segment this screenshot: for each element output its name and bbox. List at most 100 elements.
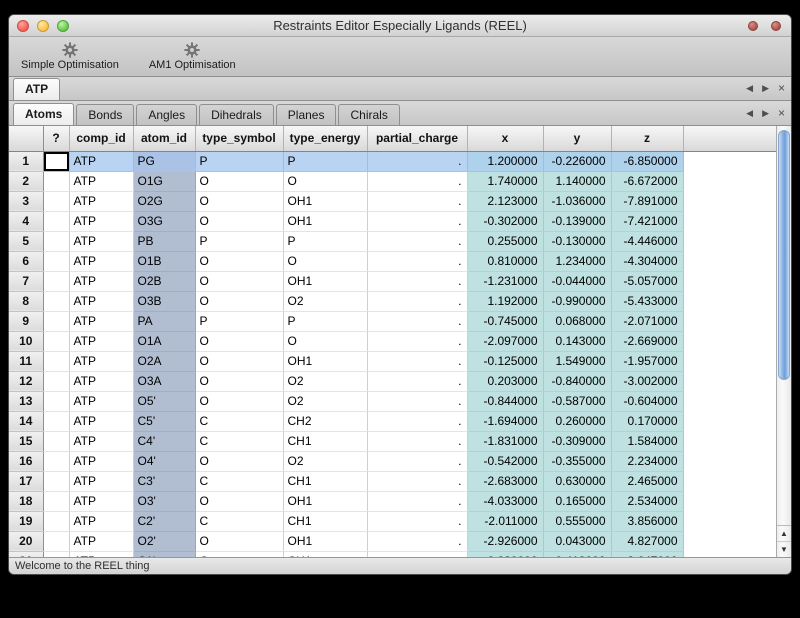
cell-partial-charge[interactable]: . [367, 331, 467, 351]
cell-atom-id[interactable]: C5' [133, 411, 195, 431]
cell-y[interactable]: 1.234000 [543, 251, 611, 271]
cell-atom-id[interactable]: O3A [133, 371, 195, 391]
cell-partial-charge[interactable]: . [367, 211, 467, 231]
cell-partial-charge[interactable]: . [367, 151, 467, 171]
row-number[interactable]: 9 [9, 311, 43, 331]
cell-z[interactable]: -0.604000 [611, 391, 683, 411]
cell-partial-charge[interactable]: . [367, 271, 467, 291]
cell-x[interactable]: 0.203000 [467, 371, 543, 391]
table-row[interactable]: 11 ATP O2A O OH1 . -0.125000 1.549000 -1… [9, 351, 776, 371]
cell-partial-charge[interactable]: . [367, 291, 467, 311]
scrollbar-thumb[interactable] [778, 130, 790, 380]
cell-atom-id[interactable]: C1' [133, 551, 195, 557]
cell-atom-id[interactable]: O3G [133, 211, 195, 231]
table-row[interactable]: 10 ATP O1A O O . -2.097000 0.143000 -2.6… [9, 331, 776, 351]
cell-type-energy[interactable]: OH1 [283, 271, 367, 291]
titlebar-right-dot-2[interactable] [771, 21, 781, 31]
tab-close-icon[interactable]: × [778, 84, 785, 93]
cell-select[interactable] [43, 511, 69, 531]
cell-partial-charge[interactable]: . [367, 471, 467, 491]
cell-type-symbol[interactable]: C [195, 551, 283, 557]
cell-atom-id[interactable]: PB [133, 231, 195, 251]
cell-type-symbol[interactable]: C [195, 431, 283, 451]
cell-x[interactable]: 2.123000 [467, 191, 543, 211]
tab-angles[interactable]: Angles [136, 104, 197, 125]
cell-x[interactable]: 0.255000 [467, 231, 543, 251]
tab-chirals[interactable]: Chirals [338, 104, 399, 125]
cell-select[interactable] [43, 491, 69, 511]
cell-type-symbol[interactable]: O [195, 331, 283, 351]
table-row[interactable]: 7 ATP O2B O OH1 . -1.231000 -0.044000 -5… [9, 271, 776, 291]
table-row[interactable]: 8 ATP O3B O O2 . 1.192000 -0.990000 -5.4… [9, 291, 776, 311]
cell-z[interactable]: 1.584000 [611, 431, 683, 451]
cell-y[interactable]: -0.355000 [543, 451, 611, 471]
cell-partial-charge[interactable]: . [367, 251, 467, 271]
cell-comp-id[interactable]: ATP [69, 311, 133, 331]
col-header-type-symbol[interactable]: type_symbol [195, 126, 283, 151]
cell-x[interactable]: -2.926000 [467, 531, 543, 551]
table-row[interactable]: 21 ATP C1' C CH1 . -0.830000 -0.418000 3… [9, 551, 776, 557]
toolbar-item-am1-optimisation[interactable]: AM1 Optimisation [143, 39, 242, 73]
cell-z[interactable]: -6.672000 [611, 171, 683, 191]
cell-x[interactable]: -0.830000 [467, 551, 543, 557]
col-header-comp-id[interactable]: comp_id [69, 126, 133, 151]
row-number[interactable]: 5 [9, 231, 43, 251]
cell-comp-id[interactable]: ATP [69, 191, 133, 211]
cell-select[interactable] [43, 211, 69, 231]
cell-partial-charge[interactable]: . [367, 531, 467, 551]
row-number[interactable]: 8 [9, 291, 43, 311]
row-number[interactable]: 7 [9, 271, 43, 291]
cell-type-energy[interactable]: OH1 [283, 351, 367, 371]
cell-comp-id[interactable]: ATP [69, 351, 133, 371]
cell-type-energy[interactable]: P [283, 311, 367, 331]
cell-select[interactable] [43, 191, 69, 211]
cell-z[interactable]: 2.465000 [611, 471, 683, 491]
scroll-down-icon[interactable]: ▼ [777, 542, 791, 557]
cell-type-symbol[interactable]: O [195, 451, 283, 471]
cell-x[interactable]: -0.745000 [467, 311, 543, 331]
cell-atom-id[interactable]: O1B [133, 251, 195, 271]
cell-x[interactable]: -0.125000 [467, 351, 543, 371]
toolbar-item-simple-optimisation[interactable]: Simple Optimisation [15, 39, 125, 73]
cell-select[interactable] [43, 151, 69, 171]
cell-comp-id[interactable]: ATP [69, 491, 133, 511]
cell-atom-id[interactable]: O2A [133, 351, 195, 371]
cell-y[interactable]: 0.260000 [543, 411, 611, 431]
cell-atom-id[interactable]: C3' [133, 471, 195, 491]
row-number[interactable]: 1 [9, 151, 43, 171]
cell-z[interactable]: -6.850000 [611, 151, 683, 171]
tab-planes[interactable]: Planes [276, 104, 337, 125]
row-number[interactable]: 13 [9, 391, 43, 411]
cell-comp-id[interactable]: ATP [69, 171, 133, 191]
cell-type-symbol[interactable]: P [195, 151, 283, 171]
cell-x[interactable]: -0.844000 [467, 391, 543, 411]
table-row[interactable]: 5 ATP PB P P . 0.255000 -0.130000 -4.446… [9, 231, 776, 251]
cell-select[interactable] [43, 551, 69, 557]
cell-type-energy[interactable]: O [283, 171, 367, 191]
cell-y[interactable]: -0.840000 [543, 371, 611, 391]
cell-z[interactable]: -2.071000 [611, 311, 683, 331]
tab-scroll-right-icon[interactable]: ▶ [762, 83, 769, 94]
cell-type-energy[interactable]: O2 [283, 371, 367, 391]
cell-type-energy[interactable]: P [283, 231, 367, 251]
cell-select[interactable] [43, 371, 69, 391]
cell-z[interactable]: -2.669000 [611, 331, 683, 351]
cell-type-energy[interactable]: CH1 [283, 511, 367, 531]
cell-type-symbol[interactable]: C [195, 511, 283, 531]
cell-atom-id[interactable]: O3' [133, 491, 195, 511]
cell-type-energy[interactable]: O [283, 331, 367, 351]
cell-atom-id[interactable]: O4' [133, 451, 195, 471]
cell-y[interactable]: -0.044000 [543, 271, 611, 291]
cell-type-symbol[interactable]: P [195, 311, 283, 331]
tab-atoms[interactable]: Atoms [13, 103, 74, 125]
scroll-up-icon[interactable]: ▲ [777, 526, 791, 542]
cell-type-symbol[interactable]: P [195, 231, 283, 251]
cell-x[interactable]: -0.302000 [467, 211, 543, 231]
tab-close-icon[interactable]: × [778, 109, 785, 118]
cell-comp-id[interactable]: ATP [69, 231, 133, 251]
row-number[interactable]: 19 [9, 511, 43, 531]
cell-type-symbol[interactable]: O [195, 211, 283, 231]
cell-atom-id[interactable]: O2B [133, 271, 195, 291]
cell-type-symbol[interactable]: O [195, 371, 283, 391]
cell-select[interactable] [43, 411, 69, 431]
